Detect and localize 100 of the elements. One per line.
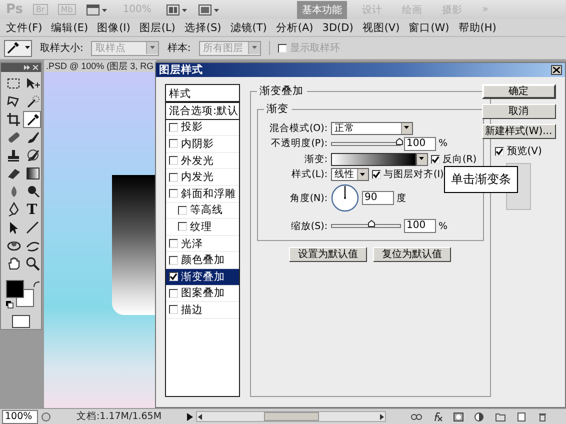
color-swatches-drawing[interactable] xyxy=(5,279,35,309)
checkbox[interactable] xyxy=(178,206,187,215)
play-icon[interactable] xyxy=(187,412,193,420)
number-field[interactable]: 100 xyxy=(404,219,436,234)
checkbox[interactable] xyxy=(495,146,504,156)
clock-icon xyxy=(41,412,51,422)
default-button[interactable]: 设置为默认值 xyxy=(289,246,368,262)
menu-item[interactable]: 选择(S) xyxy=(184,20,222,34)
document-frame-icon[interactable] xyxy=(86,4,108,16)
menu-item[interactable]: 编辑(E) xyxy=(51,20,88,34)
gradient-dropdown-button[interactable] xyxy=(416,152,428,166)
group-title: 渐变 xyxy=(266,102,290,116)
field-label: 混合模式(O): xyxy=(268,122,328,135)
eraser-icon[interactable] xyxy=(6,166,20,181)
menu-item[interactable]: 窗口(W) xyxy=(408,20,450,34)
checkbox[interactable] xyxy=(169,189,178,198)
checkbox[interactable] xyxy=(169,156,178,166)
menu-item[interactable]: 分析(A) xyxy=(276,20,314,34)
tool-preset-picker[interactable] xyxy=(4,40,32,56)
checkbox[interactable] xyxy=(169,256,178,265)
horizontal-scrollbar[interactable] xyxy=(196,411,386,422)
style-list-item[interactable]: 外发光 xyxy=(166,152,239,170)
checkbox[interactable] xyxy=(169,172,178,182)
collapse-icon[interactable] xyxy=(24,65,30,70)
document-tab[interactable]: .PSD @ 100% (图层 3, RG xyxy=(44,60,156,72)
blend-mode-dropdown[interactable]: 正常 xyxy=(330,122,413,135)
lasso-icon[interactable] xyxy=(6,94,20,109)
fx-icon[interactable] xyxy=(432,412,443,422)
style-list-item[interactable]: 混合选项:默认 xyxy=(166,103,239,120)
ok-button[interactable]: 确定 xyxy=(482,84,556,99)
mask-icon[interactable] xyxy=(453,412,464,422)
swap-icon[interactable] xyxy=(33,281,41,289)
new-style-button[interactable]: 新建样式(W)... xyxy=(482,124,556,139)
zoom-field[interactable]: 100% xyxy=(2,410,38,424)
close-button[interactable] xyxy=(551,65,562,75)
angle-dial[interactable] xyxy=(330,184,359,212)
style-list-item[interactable]: 光泽 xyxy=(166,236,239,252)
style-label: 纹理 xyxy=(190,220,212,234)
field-label: 渐变: xyxy=(303,152,328,166)
quick-mask-button[interactable] xyxy=(12,315,30,328)
checkbox[interactable] xyxy=(178,222,187,232)
menu-item[interactable]: 帮助(H) xyxy=(458,20,496,34)
gradient-bar[interactable] xyxy=(330,152,416,166)
checkbox[interactable] xyxy=(169,239,178,248)
zoom-icon[interactable] xyxy=(24,256,40,271)
history-brush-icon[interactable] xyxy=(24,148,40,163)
style-list-item[interactable]: 等高线 xyxy=(166,202,239,220)
stamp-icon[interactable] xyxy=(6,148,20,163)
cancel-button[interactable]: 取消 xyxy=(482,104,556,119)
menu-item[interactable]: 文件(F) xyxy=(6,20,42,34)
type-tool[interactable]: T xyxy=(23,201,41,218)
style-dropdown[interactable]: 线性 xyxy=(330,168,369,182)
folder-icon[interactable] xyxy=(495,412,506,422)
style-label: 斜面和浮雕 xyxy=(181,186,236,201)
unit-label: % xyxy=(438,220,448,232)
close-icon[interactable] xyxy=(33,65,38,70)
layout-grid-icon[interactable] xyxy=(166,4,188,16)
checkbox[interactable] xyxy=(430,154,440,164)
style-list-item[interactable]: 图案叠加 xyxy=(166,286,239,302)
marquee-icon[interactable] xyxy=(6,76,20,91)
checkbox[interactable] xyxy=(278,44,287,52)
default-button[interactable]: 复位为默认值 xyxy=(373,246,452,262)
adjustment-icon[interactable] xyxy=(474,412,485,422)
screen-mode-icon[interactable] xyxy=(198,4,220,16)
slider-thumb[interactable] xyxy=(368,220,376,228)
checkbox[interactable] xyxy=(372,170,381,180)
hand-icon[interactable] xyxy=(6,256,20,271)
trash-icon[interactable] xyxy=(537,412,548,422)
gradient-icon[interactable] xyxy=(24,166,40,181)
field-label: 不透明度(P): xyxy=(270,137,328,150)
magic-wand-icon[interactable] xyxy=(24,94,40,109)
menu-item[interactable]: 图层(L) xyxy=(139,20,176,34)
line-icon[interactable] xyxy=(24,220,40,235)
checkbox[interactable] xyxy=(169,139,178,148)
move-icon[interactable] xyxy=(24,76,40,91)
menu-item[interactable]: 3D(D) xyxy=(322,22,354,34)
style-list-item[interactable]: 渐变叠加 xyxy=(166,268,239,286)
crop-icon[interactable] xyxy=(6,112,20,127)
checkbox[interactable] xyxy=(169,305,178,314)
style-list-item[interactable]: 纹理 xyxy=(166,219,239,236)
scroll-thumb[interactable] xyxy=(264,412,318,421)
menu-item[interactable]: 图像(I) xyxy=(97,20,130,34)
scroll-left-icon[interactable] xyxy=(197,414,203,420)
dropdown-value: 取样点 xyxy=(95,42,126,55)
link-icon[interactable] xyxy=(411,412,422,422)
style-list-item[interactable]: 投影 xyxy=(166,120,239,136)
style-list-item[interactable]: 斜面和浮雕 xyxy=(166,186,239,203)
style-list-item[interactable]: 内阴影 xyxy=(166,136,239,153)
number-field[interactable]: 90 xyxy=(362,191,394,205)
style-list-item[interactable]: 内发光 xyxy=(166,169,239,186)
style-list-item[interactable]: 描边 xyxy=(166,302,239,319)
scroll-right-icon[interactable] xyxy=(379,414,385,420)
menu-item[interactable]: 视图(V) xyxy=(362,20,400,34)
checkbox[interactable] xyxy=(169,288,178,298)
slider-thumb[interactable] xyxy=(396,138,403,145)
new-layer-icon[interactable] xyxy=(516,412,527,422)
checkbox[interactable] xyxy=(169,272,178,282)
menu-item[interactable]: 滤镜(T) xyxy=(230,20,267,34)
checkbox[interactable] xyxy=(169,122,178,132)
callout-box: 单击渐变条 xyxy=(444,166,518,193)
